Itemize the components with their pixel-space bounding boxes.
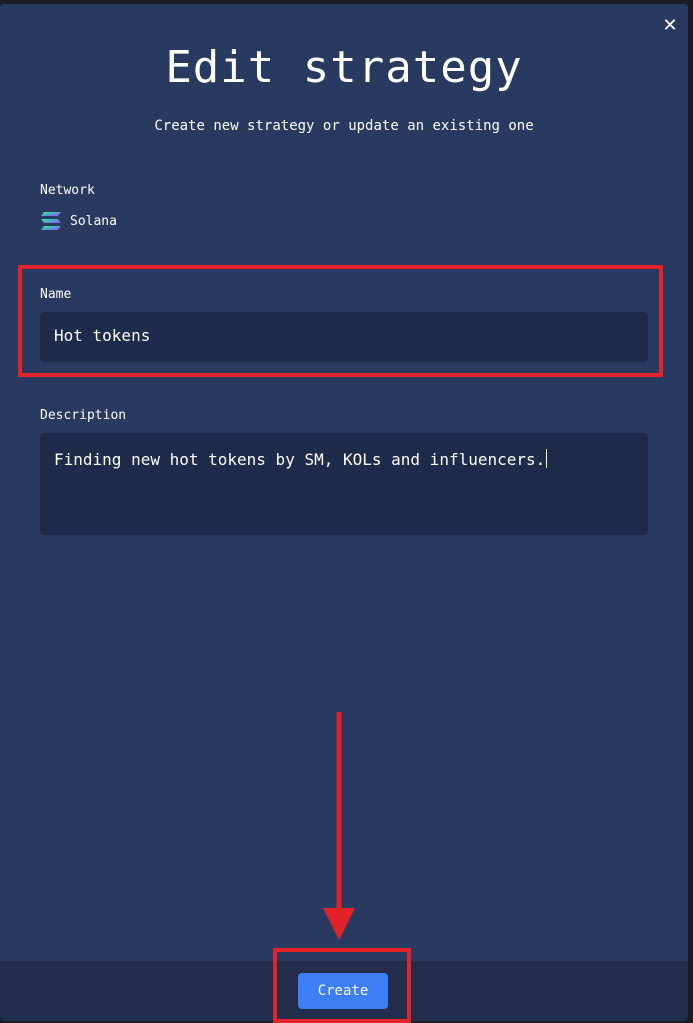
down-arrow-icon: [323, 712, 355, 940]
